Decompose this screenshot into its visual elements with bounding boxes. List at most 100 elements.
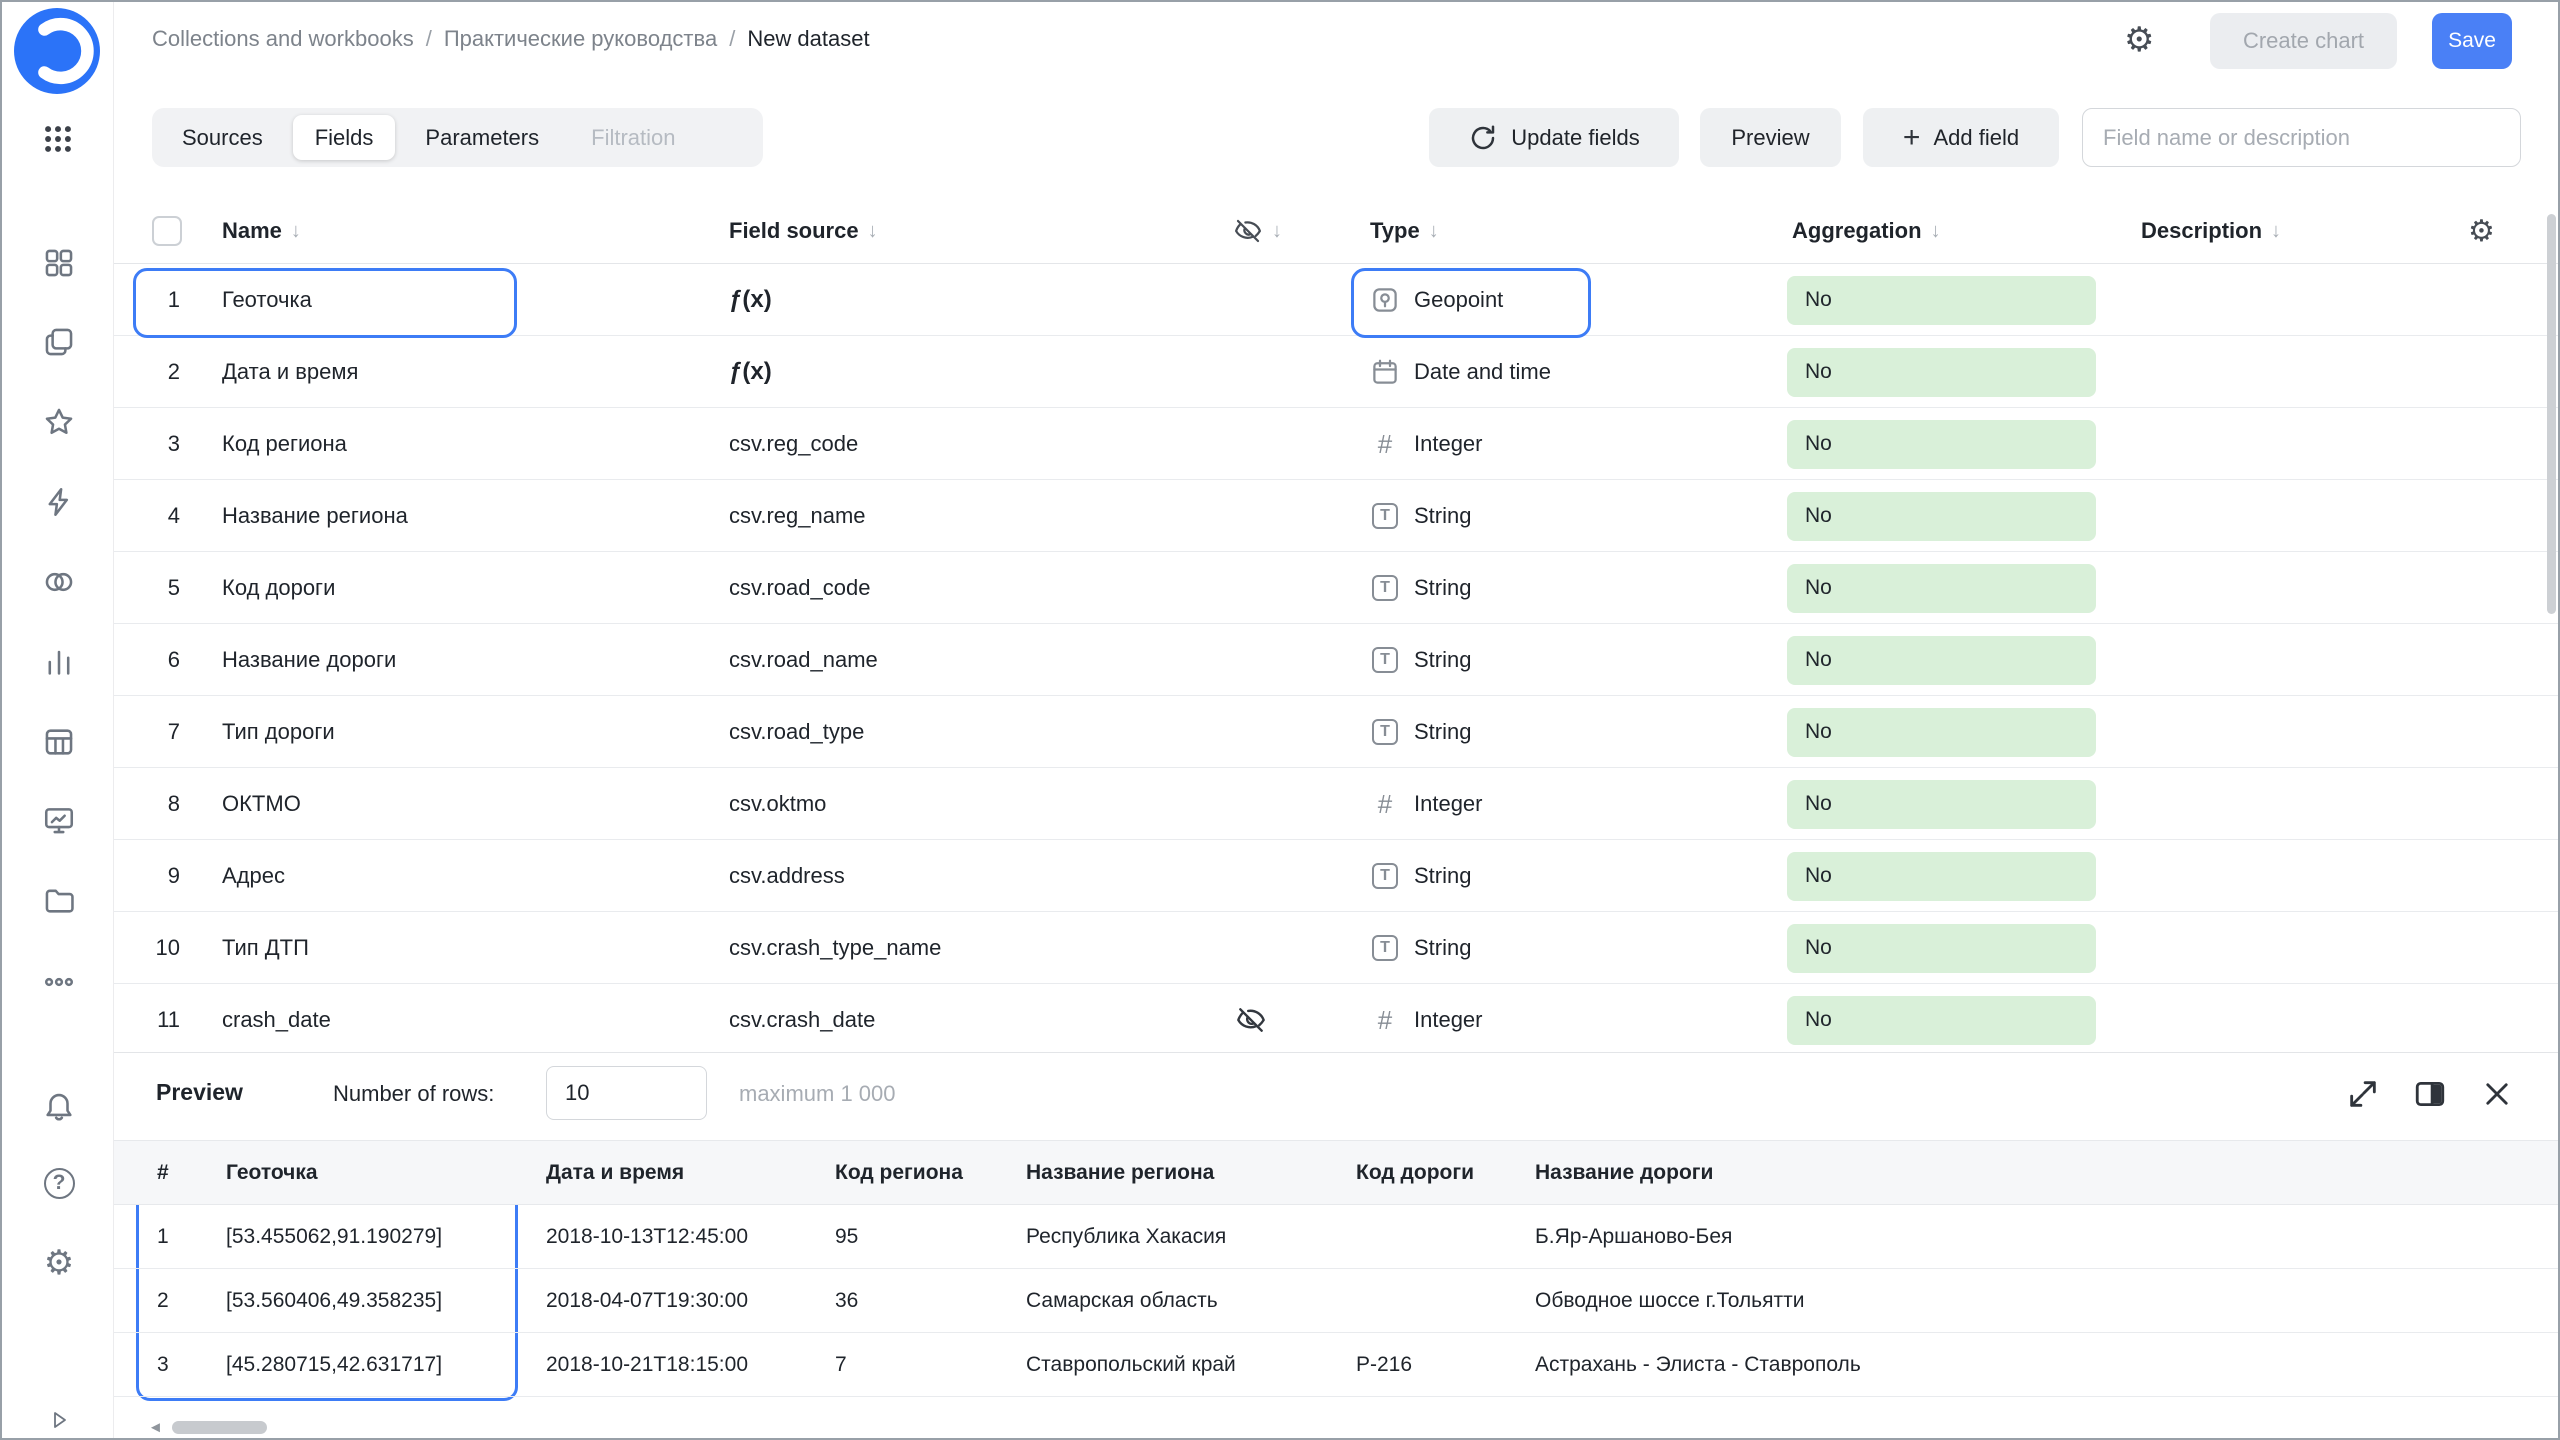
aggregation-select[interactable]: No (1787, 276, 2096, 325)
table-row[interactable]: 7 Тип дороги csv.road_type T String No (114, 696, 2560, 768)
select-all-checkbox[interactable] (152, 216, 182, 246)
column-header-aggregation[interactable]: Aggregation↓ (1792, 198, 1941, 264)
sort-arrow-icon[interactable]: ↓ (1429, 220, 1439, 243)
sort-arrow-icon[interactable]: ↓ (291, 220, 301, 243)
sort-arrow-icon[interactable]: ↓ (2271, 220, 2281, 243)
field-name[interactable]: Тип дороги (222, 696, 335, 768)
aggregation-select[interactable]: No (1787, 924, 2096, 973)
aggregation-select[interactable]: No (1787, 348, 2096, 397)
table-row[interactable]: 6 Название дороги csv.road_name T String… (114, 624, 2560, 696)
field-type[interactable]: T String (1370, 840, 1471, 912)
editor-bolt-icon[interactable] (41, 484, 77, 520)
preview-cell: [45.280715,42.631717] (226, 1333, 442, 1397)
field-name[interactable]: Дата и время (222, 336, 358, 408)
dataset-settings-gear-icon[interactable]: ⚙ (2124, 20, 2154, 60)
row-number: 7 (136, 696, 180, 768)
aggregation-select[interactable]: No (1787, 780, 2096, 829)
table-row[interactable]: 9 Адрес csv.address T String No (114, 840, 2560, 912)
vertical-scrollbar[interactable] (2547, 214, 2556, 614)
close-preview-icon[interactable] (2478, 1075, 2516, 1113)
apps-grid-icon[interactable] (41, 122, 75, 156)
field-type[interactable]: T String (1370, 696, 1471, 768)
add-field-button[interactable]: + Add field (1863, 108, 2059, 167)
field-type[interactable]: Geopoint (1370, 264, 1503, 336)
aggregation-select[interactable]: No (1787, 564, 2096, 613)
table-row[interactable]: 4 Название региона csv.reg_name T String… (114, 480, 2560, 552)
table-row[interactable]: 5 Код дороги csv.road_code T String No (114, 552, 2560, 624)
column-header-source[interactable]: Field source↓ (729, 198, 878, 264)
field-type[interactable]: # Integer (1370, 768, 1483, 840)
horizontal-scrollbar[interactable] (172, 1421, 267, 1434)
tab-fields[interactable]: Fields (293, 115, 396, 160)
save-button[interactable]: Save (2432, 13, 2512, 69)
field-name[interactable]: Название дороги (222, 624, 396, 696)
field-name[interactable]: Название региона (222, 480, 408, 552)
favorites-icon[interactable] (41, 404, 77, 440)
tab-filtration[interactable]: Filtration (569, 115, 697, 160)
field-type[interactable]: T String (1370, 480, 1471, 552)
sort-arrow-icon[interactable]: ↓ (868, 220, 878, 243)
table-row[interactable]: 3 Код региона csv.reg_code # Integer No (114, 408, 2560, 480)
field-search-input[interactable] (2082, 108, 2521, 167)
rows-count-input[interactable] (546, 1066, 707, 1120)
expand-play-icon[interactable] (41, 1402, 77, 1438)
charts-icon[interactable] (41, 644, 77, 680)
datalens-logo-icon[interactable] (14, 8, 100, 94)
type-label: Date and time (1414, 359, 1551, 385)
aggregation-select[interactable]: No (1787, 636, 2096, 685)
storage-folder-icon[interactable] (41, 882, 77, 918)
field-name[interactable]: Код региона (222, 408, 347, 480)
help-icon[interactable]: ? (41, 1165, 77, 1201)
sort-arrow-icon[interactable]: ↓ (1931, 220, 1941, 243)
breadcrumb-item[interactable]: Практические руководства (444, 26, 717, 52)
aggregation-select[interactable]: No (1787, 420, 2096, 469)
create-chart-button[interactable]: Create chart (2210, 13, 2397, 69)
table-row[interactable]: 2 Дата и время ƒ(x) Date and time No (114, 336, 2560, 408)
aggregation-value: No (1805, 1008, 1832, 1032)
split-panel-icon[interactable] (2411, 1075, 2449, 1113)
field-type[interactable]: Date and time (1370, 336, 1551, 408)
notifications-bell-icon[interactable] (41, 1087, 77, 1123)
aggregation-select[interactable]: No (1787, 708, 2096, 757)
breadcrumb-item[interactable]: Collections and workbooks (152, 26, 414, 52)
table-row[interactable]: 10 Тип ДТП csv.crash_type_name T String … (114, 912, 2560, 984)
columns-settings-gear-icon[interactable]: ⚙ (2468, 198, 2495, 264)
update-fields-button[interactable]: Update fields (1429, 108, 1679, 167)
field-type[interactable]: # Integer (1370, 408, 1483, 480)
column-header-description[interactable]: Description↓ (2141, 198, 2281, 264)
tab-parameters[interactable]: Parameters (403, 115, 561, 160)
field-name[interactable]: Код дороги (222, 552, 335, 624)
field-name[interactable]: Адрес (222, 840, 285, 912)
aggregation-select[interactable]: No (1787, 852, 2096, 901)
linked-circles-icon[interactable] (41, 564, 77, 600)
more-icon[interactable] (41, 964, 77, 1000)
expand-preview-icon[interactable] (2344, 1075, 2382, 1113)
column-header-type[interactable]: Type↓ (1370, 198, 1439, 264)
column-header-name[interactable]: Name↓ (222, 198, 301, 264)
settings-gear-icon[interactable]: ⚙ (41, 1245, 77, 1281)
field-name[interactable]: Тип ДТП (222, 912, 309, 984)
datasets-table-icon[interactable] (41, 724, 77, 760)
field-type[interactable]: T String (1370, 552, 1471, 624)
field-source: csv.road_type (729, 696, 864, 768)
monitoring-icon[interactable] (41, 802, 77, 838)
table-row[interactable]: 11 crash_date csv.crash_date # Integer N… (114, 984, 2560, 1052)
field-type[interactable]: T String (1370, 912, 1471, 984)
field-type[interactable]: # Integer (1370, 984, 1483, 1052)
preview-button[interactable]: Preview (1700, 108, 1841, 167)
hscroll-left-arrow-icon[interactable]: ◄ (148, 1419, 163, 1436)
sort-arrow-icon[interactable]: ↓ (1272, 220, 1282, 243)
table-row[interactable]: 8 ОКТМО csv.oktmo # Integer No (114, 768, 2560, 840)
aggregation-select[interactable]: No (1787, 996, 2096, 1045)
column-header-hidden[interactable]: ↓ (1233, 198, 1282, 264)
layers-icon[interactable] (41, 324, 77, 360)
field-type[interactable]: T String (1370, 624, 1471, 696)
tab-sources[interactable]: Sources (160, 115, 285, 160)
breadcrumb: Collections and workbooks/Практические р… (152, 26, 870, 52)
table-row[interactable]: 1 Геоточка ƒ(x) Geopoint No (114, 264, 2560, 336)
spaces-icon[interactable] (41, 245, 77, 281)
aggregation-select[interactable]: No (1787, 492, 2096, 541)
field-name[interactable]: ОКТМО (222, 768, 301, 840)
field-name[interactable]: Геоточка (222, 264, 312, 336)
field-name[interactable]: crash_date (222, 984, 331, 1052)
